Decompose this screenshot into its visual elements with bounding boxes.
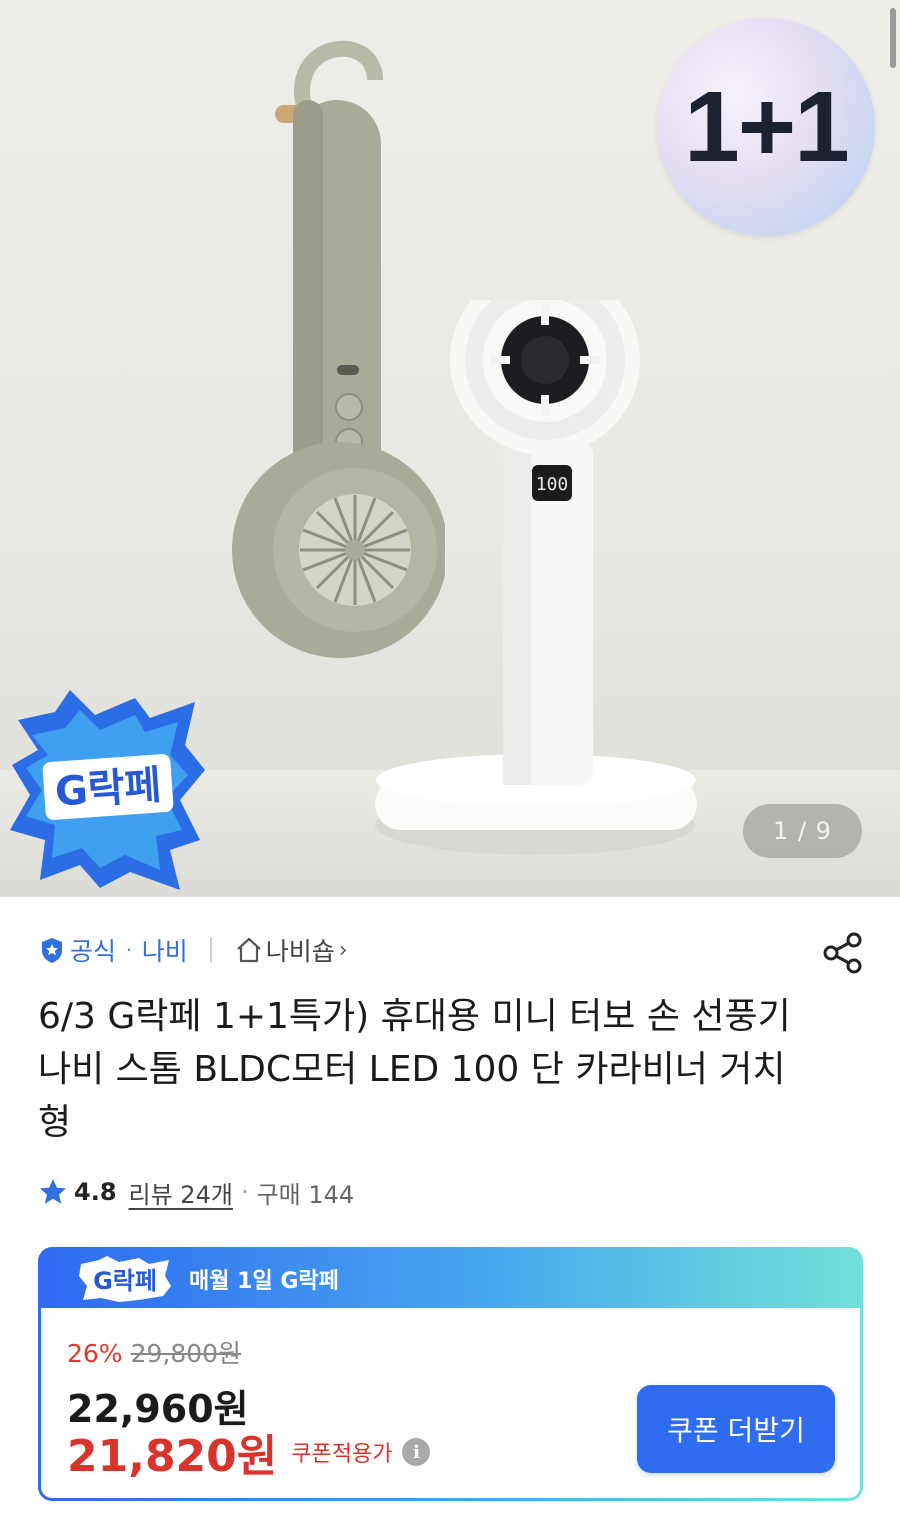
price-body: 26% 29,800원 22,960원 21,820원 쿠폰적용가 i 쿠폰 더… [41,1308,860,1498]
rating-separator-dot: · [240,1178,249,1206]
brand-link[interactable]: 나비 [142,932,188,968]
discount-row: 26% 29,800원 [67,1334,241,1370]
banner-text: 매월 1일 G락페 [189,1269,339,1294]
rating-value: 4.8 [74,1178,117,1206]
sage-hanging-fan-image [232,40,445,658]
store-info-row: 공식 · 나비 나비숍 › [38,928,348,972]
g-rakpe-logo: G락페 [79,1256,171,1302]
coupon-price: 21,820원 [67,1431,278,1482]
image-counter: 1 / 9 [743,804,862,858]
g-rakpe-event-badge: G락페 [10,690,205,890]
product-image-carousel[interactable]: 100 1+1 G락페 1 / 9 [0,0,900,897]
scrollbar-thumb[interactable] [890,8,896,68]
store-separator-dot: · [126,939,132,961]
shop-link[interactable]: 나비숍 [266,932,335,968]
svg-text:G락페: G락페 [93,1267,157,1295]
chevron-right-icon[interactable]: › [339,938,348,963]
share-icon[interactable] [820,930,866,976]
star-icon [40,1179,66,1204]
review-count-link[interactable]: 리뷰 24개 [129,1175,233,1210]
g-rakpe-banner[interactable]: G락페 매월 1일 G락페 [41,1250,860,1308]
official-badge-icon [42,938,62,963]
promo-badge-text: 1+1 [684,70,850,183]
original-price: 29,800원 [130,1339,242,1368]
discount-rate: 26% [67,1339,123,1368]
coupon-price-label: 쿠폰적용가 [291,1442,393,1467]
divider [209,937,212,963]
purchase-count: 구매 144 [256,1180,355,1209]
get-more-coupons-button[interactable]: 쿠폰 더받기 [637,1385,835,1473]
coupon-price-row: 21,820원 쿠폰적용가 i [67,1420,431,1484]
svg-text:G락페: G락페 [53,762,162,815]
svg-text:100: 100 [536,474,569,495]
official-label: 공식 [70,937,117,966]
info-icon[interactable]: i [402,1438,431,1466]
rating-row: 4.8 리뷰 24개 · 구매 144 [38,1174,354,1210]
price-card: G락페 매월 1일 G락페 26% 29,800원 22,960원 21,820… [38,1247,863,1501]
promo-1plus1-badge: 1+1 [657,18,875,236]
home-icon [237,937,261,963]
product-title: 6/3 G락페 1+1특가) 휴대용 미니 터보 손 선풍기 나비 스톰 BLD… [38,996,791,1143]
